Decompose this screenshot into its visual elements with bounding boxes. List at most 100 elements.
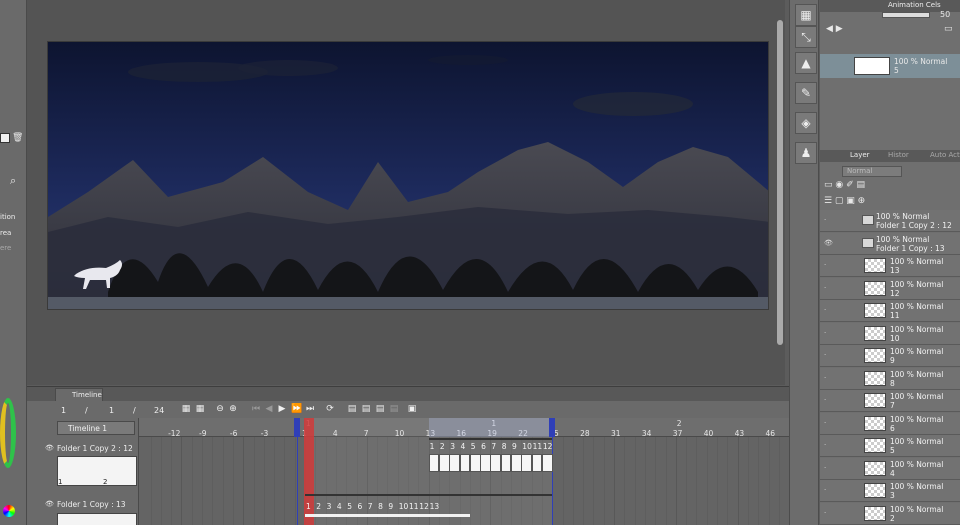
range-start-marker[interactable] xyxy=(293,418,300,437)
tool-button-4[interactable]: ✎ xyxy=(795,82,817,104)
tab-auto-action[interactable]: Auto Act xyxy=(930,151,960,159)
range-end-marker[interactable] xyxy=(549,418,556,437)
arrow-left-icon[interactable]: ◀ ▶ xyxy=(826,24,843,34)
track-2-cel-number[interactable]: 7 xyxy=(368,502,373,511)
track-1-cel[interactable] xyxy=(449,454,460,472)
layer-folder-row[interactable]: 👁 100 % Normal Folder 1 Copy : 13 xyxy=(820,232,960,255)
layer-row[interactable]: · 100 % Normal 10 xyxy=(820,322,960,345)
canvas-vertical-scrollbar[interactable] xyxy=(777,20,783,345)
eye-icon[interactable]: 👁 xyxy=(45,444,54,452)
eye-icon[interactable]: 👁 xyxy=(45,500,54,508)
search-icon[interactable]: ⌕ xyxy=(10,174,16,188)
track-1-cel-number[interactable]: 11 xyxy=(533,442,543,451)
layer-row[interactable]: · 100 % Normal 3 xyxy=(820,480,960,502)
color-swatch[interactable] xyxy=(0,133,10,143)
track-1-cel[interactable] xyxy=(480,454,491,472)
layer-row[interactable]: · 100 % Normal 11 xyxy=(820,300,960,322)
tool-button-1[interactable]: ▦ xyxy=(795,4,817,26)
track-1-cel-number[interactable]: 12 xyxy=(543,442,553,451)
zoom-out-icon[interactable]: ⊖ xyxy=(215,405,225,414)
track-2-cel-number[interactable]: 9 xyxy=(388,502,393,511)
track-1-cel[interactable] xyxy=(490,454,502,472)
track-2-cel-number[interactable]: 1 xyxy=(306,502,311,511)
track-1-cel[interactable] xyxy=(438,454,450,472)
eye-icon[interactable]: · xyxy=(824,261,832,269)
track-2-cel-number[interactable]: 3 xyxy=(327,502,332,511)
edit-timeline-icon[interactable]: ▦ xyxy=(195,405,205,414)
tab-history[interactable]: Histor xyxy=(888,151,909,159)
tool-button-2[interactable]: ⤡ xyxy=(795,26,817,48)
timeline-tab[interactable]: Timeline xyxy=(55,388,103,401)
eye-icon[interactable]: 👁 xyxy=(824,239,833,247)
tool-button-6[interactable]: ♟ xyxy=(795,142,817,164)
color-wheel[interactable] xyxy=(0,398,16,468)
trash-icon[interactable]: 🗑 xyxy=(12,133,23,143)
eye-icon[interactable]: · xyxy=(824,374,832,382)
eye-icon[interactable]: · xyxy=(824,464,832,472)
track-2-cel-number[interactable]: 5 xyxy=(347,502,352,511)
track-2-cel-number[interactable]: 4 xyxy=(337,502,342,511)
track-1-cel-number[interactable]: 4 xyxy=(461,442,466,451)
layer-row[interactable]: · 100 % Normal 6 xyxy=(820,412,960,435)
track-1-cel[interactable] xyxy=(500,454,512,472)
track-2-cel-number[interactable]: 12 xyxy=(419,502,429,511)
onion-skin-icon[interactable]: ▣ xyxy=(407,405,417,414)
track-1-cel-number[interactable]: 10 xyxy=(522,442,532,451)
track-2-cel-number[interactable]: 6 xyxy=(358,502,363,511)
new-cel-icon[interactable]: ▤ xyxy=(347,405,357,414)
layer-tools-icon[interactable]: ▭ ◉ ✐ ▤ xyxy=(824,180,865,190)
specify-cel-icon[interactable]: ▤ xyxy=(361,405,371,414)
track-1-cel[interactable] xyxy=(428,454,440,472)
new-timeline-icon[interactable]: ▦ xyxy=(181,405,191,414)
tab-layer[interactable]: Layer xyxy=(850,151,870,159)
track-2-cel-number[interactable]: 10 xyxy=(399,502,409,511)
eye-icon[interactable]: · xyxy=(824,284,832,292)
layer-row[interactable]: · 100 % Normal 13 xyxy=(820,255,960,277)
animation-cel-item[interactable]: 100 % Normal 5 xyxy=(820,54,960,78)
previous-frame-icon[interactable]: ◀ xyxy=(264,405,274,414)
eye-icon[interactable]: · xyxy=(824,216,832,224)
track-1-cel[interactable] xyxy=(459,454,471,472)
artwork-canvas[interactable] xyxy=(47,41,769,310)
first-frame-icon[interactable]: ⏮ xyxy=(251,405,261,414)
track-1-cel-number[interactable]: 9 xyxy=(512,442,517,451)
track-1-cel-number[interactable]: 5 xyxy=(471,442,476,451)
timeline-select[interactable]: Timeline 1 xyxy=(57,421,135,435)
eye-icon[interactable]: · xyxy=(824,396,832,404)
zoom-in-icon[interactable]: ⊕ xyxy=(228,405,238,414)
folder-icon[interactable]: ▭ xyxy=(944,24,953,34)
opacity-slider[interactable] xyxy=(882,12,930,18)
layer-row[interactable]: · 100 % Normal 9 xyxy=(820,345,960,367)
track-1-cel[interactable] xyxy=(511,454,522,472)
track-2-cel-number[interactable]: 2 xyxy=(316,502,321,511)
delete-cel-icon[interactable]: ▤ xyxy=(375,405,385,414)
eye-icon[interactable]: · xyxy=(824,441,832,449)
layer-folder-row[interactable]: · 100 % Normal Folder 1 Copy 2 : 12 xyxy=(820,210,960,232)
eye-icon[interactable]: · xyxy=(824,306,832,314)
tool-button-3[interactable]: ▲ xyxy=(795,52,817,74)
key-frame-icon[interactable]: ▤ xyxy=(389,405,399,414)
eye-icon[interactable]: · xyxy=(824,329,832,337)
eye-icon[interactable]: · xyxy=(824,509,832,517)
layer-row[interactable]: · 100 % Normal 4 xyxy=(820,457,960,480)
track-1-cel-number[interactable]: 1 xyxy=(430,442,435,451)
track-2-cel-strip[interactable] xyxy=(305,514,470,517)
track-2-cel-number[interactable]: 8 xyxy=(378,502,383,511)
layer-row[interactable]: · 100 % Normal 2 xyxy=(820,502,960,525)
eye-icon[interactable]: · xyxy=(824,419,832,427)
layer-row[interactable]: · 100 % Normal 5 xyxy=(820,435,960,457)
track-1-cel-number[interactable]: 3 xyxy=(450,442,455,451)
track-1-cel[interactable] xyxy=(541,454,553,472)
timeline-frame-grid[interactable]: -12-9-6-31471013161922252831343740434649… xyxy=(139,418,789,525)
track-1-cel-number[interactable]: 7 xyxy=(491,442,496,451)
track-2-name[interactable]: Folder 1 Copy : 13 xyxy=(57,500,126,509)
loop-icon[interactable]: ⟳ xyxy=(325,405,335,414)
animation-cels-tab[interactable]: Animation Cels xyxy=(888,1,941,9)
next-frame-icon[interactable]: ⏩ xyxy=(291,405,302,414)
tool-button-5[interactable]: ◈ xyxy=(795,112,817,134)
track-1-cel[interactable] xyxy=(469,454,481,472)
layer-row[interactable]: · 100 % Normal 7 xyxy=(820,390,960,412)
track-2-cel-number[interactable]: 13 xyxy=(430,502,440,511)
eye-icon[interactable]: · xyxy=(824,351,832,359)
track-1-name[interactable]: Folder 1 Copy 2 : 12 xyxy=(57,444,133,453)
